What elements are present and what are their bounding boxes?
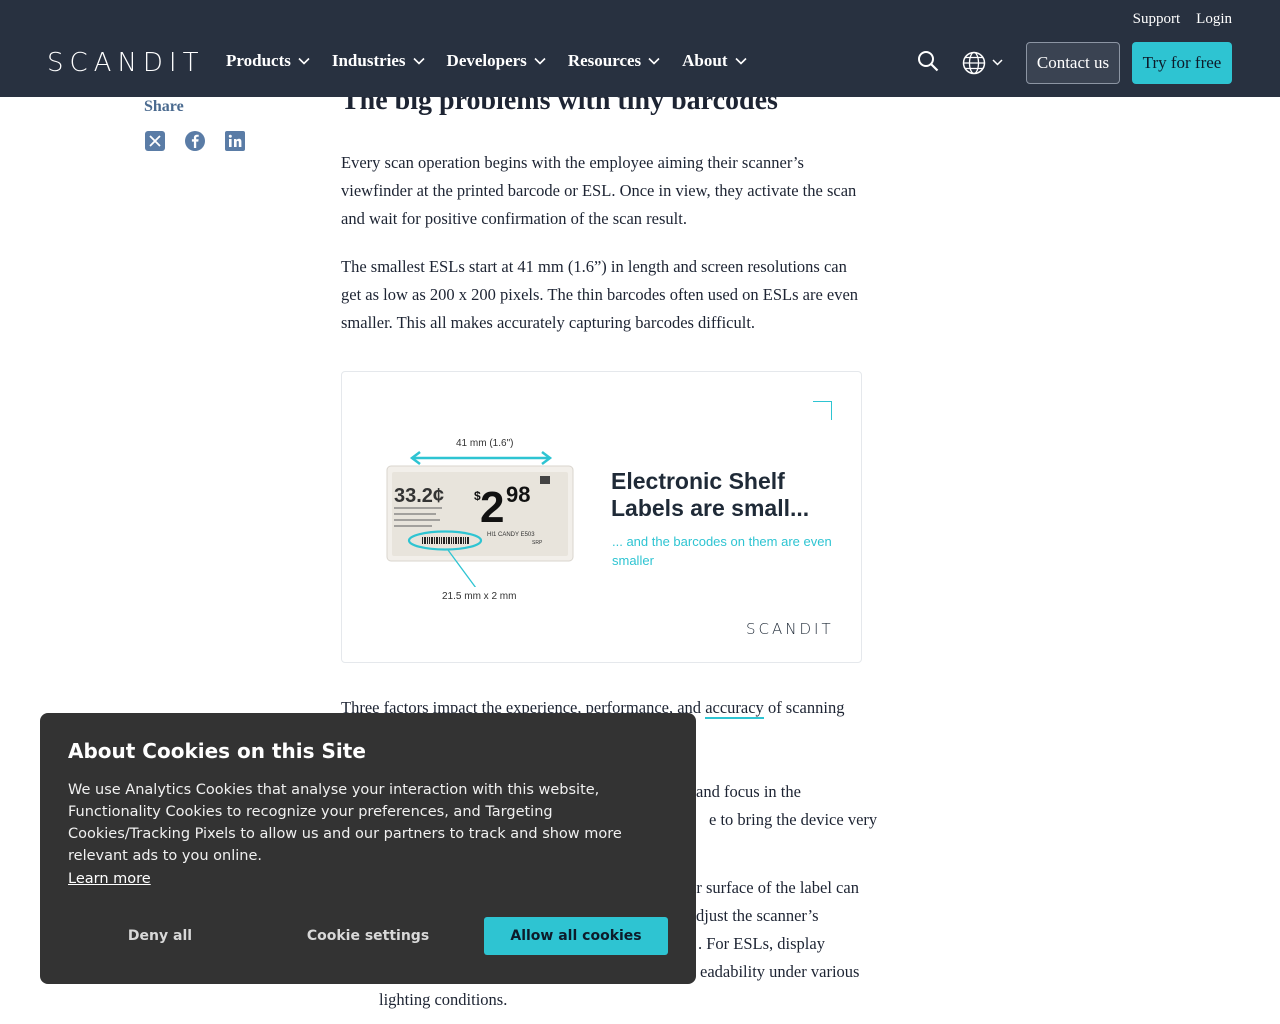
label-price-main: 2 [480,483,504,532]
x-twitter-icon[interactable] [144,130,166,152]
nav-products-label: Products [226,51,291,70]
nav-developers[interactable]: Developers [447,51,546,71]
nav-resources[interactable]: Resources [568,51,660,71]
nav-developers-label: Developers [446,51,527,70]
infographic-logo: SCANDIT [746,620,834,638]
bullet-1-line-2: e to bring the device very [709,810,878,829]
nav-products[interactable]: Products [226,51,310,71]
cookie-description: We use Analytics Cookies that analyse yo… [68,782,622,864]
scandit-logo[interactable]: SCANDIT [47,50,204,76]
label-srp: SRP [532,540,543,546]
chevron-down-icon [734,57,747,65]
contact-us-button[interactable]: Contact us [1026,42,1120,84]
search-button[interactable] [917,50,939,77]
accuracy-link[interactable]: accuracy [705,698,764,719]
chevron-down-icon [992,59,1003,66]
label-price-cents: 98 [506,482,530,507]
share-label: Share [144,98,184,115]
chevron-down-icon [534,57,546,65]
infographic-subheading: ... and the barcodes on them are even sm… [612,534,832,568]
search-icon [918,51,939,72]
bullet-1-line-1: and focus in the [696,782,801,801]
cookie-title: About Cookies on this Site [68,739,366,763]
learn-more-link[interactable]: Learn more [68,871,151,887]
support-link[interactable]: Support [1133,11,1181,28]
try-for-free-button[interactable]: Try for free [1132,42,1232,84]
cookie-settings-button[interactable]: Cookie settings [288,917,448,955]
article-paragraph-1: Every scan operation begins with the emp… [341,153,857,228]
facebook-icon[interactable] [184,130,206,152]
share-icons [144,130,246,152]
esl-label-illustration: 33.2¢ $ 2 98 HI1 CANDY E503 SRP [386,451,574,587]
cookie-banner: About Cookies on this Site We use Analyt… [40,713,696,984]
nav-about-label: About [682,51,728,70]
globe-icon [962,51,986,75]
nav-industries-label: Industries [331,51,406,70]
bullet-2-line-5: lighting conditions. [379,990,508,1009]
chevron-down-icon [648,57,660,65]
dimension-top-label: 41 mm (1.6") [456,438,514,449]
main-nav: Products Industries Developers Resources… [226,51,769,71]
chevron-down-icon [412,57,425,65]
article-paragraph-2: The smallest ESLs start at 41 mm (1.6”) … [341,257,859,332]
label-left-price: 33.2¢ [394,485,444,507]
p3-text-after: of scanning [763,698,845,717]
corner-decoration [813,401,832,420]
nav-resources-label: Resources [567,51,642,70]
login-link[interactable]: Login [1196,11,1232,28]
bullet-2-line-4: eadability under various [700,962,860,981]
deny-all-button[interactable]: Deny all [80,917,240,955]
bullet-2-line-2: djust the scanner’s [696,906,819,925]
infographic-heading: Electronic Shelf Labels are small... [611,468,810,521]
language-selector[interactable] [962,51,1003,80]
top-links: Support Login [1133,11,1232,28]
chevron-down-icon [298,57,310,65]
label-product-name: HI1 CANDY E503 [487,532,535,538]
nav-about[interactable]: About [682,51,747,71]
esl-infographic: 33.2¢ $ 2 98 HI1 CANDY E503 SRP 41 mm (1… [341,371,862,663]
linkedin-icon[interactable] [224,130,246,152]
site-header: Support Login SCANDIT Products Industrie… [0,0,1280,97]
dimension-bottom-label: 21.5 mm x 2 mm [442,591,517,602]
nav-industries[interactable]: Industries [332,51,425,71]
bullet-2-line-3: . For ESLs, display [698,934,825,953]
bullet-2-line-1: er surface of the label can [689,878,859,897]
allow-all-cookies-button[interactable]: Allow all cookies [484,917,668,955]
